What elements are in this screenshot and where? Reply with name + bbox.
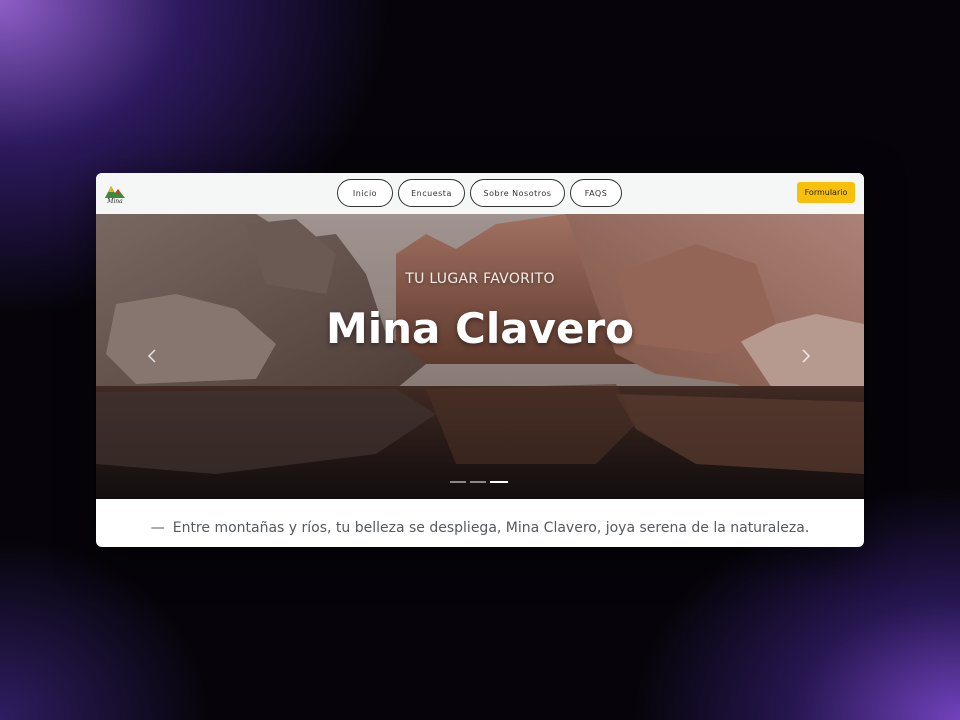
chevron-right-icon[interactable] <box>796 344 816 368</box>
hero-title: Mina Clavero <box>325 304 635 353</box>
browser-window: Mina Inicio Encuesta Sobre Nosotros FAQS… <box>96 173 864 547</box>
navbar: Mina Inicio Encuesta Sobre Nosotros FAQS… <box>96 173 864 215</box>
quote: — Entre montañas y ríos, tu belleza se de… <box>96 520 864 536</box>
carousel-indicator-3[interactable] <box>490 481 508 483</box>
nav-links: Inicio Encuesta Sobre Nosotros FAQS <box>337 179 622 207</box>
svg-text:Mina: Mina <box>106 198 123 204</box>
mina-logo[interactable]: Mina <box>103 180 127 204</box>
canyon-photo <box>96 214 864 499</box>
nav-link-faqs[interactable]: FAQS <box>570 179 622 207</box>
chevron-left-icon[interactable] <box>142 344 162 368</box>
nav-link-encuesta[interactable]: Encuesta <box>398 179 465 207</box>
carousel-indicators <box>450 481 508 483</box>
hero-subtitle: TU LUGAR FAVORITO <box>405 271 555 287</box>
formulario-button[interactable]: Formulario <box>797 182 855 203</box>
nav-link-sobre-nosotros[interactable]: Sobre Nosotros <box>470 179 565 207</box>
hero-carousel: TU LUGAR FAVORITO Mina Clavero <box>96 214 864 499</box>
nav-link-inicio[interactable]: Inicio <box>337 179 393 207</box>
carousel-indicator-1[interactable] <box>450 481 466 483</box>
quote-dash: — <box>150 520 165 536</box>
carousel-indicator-2[interactable] <box>470 481 486 483</box>
quote-text: Entre montañas y ríos, tu belleza se des… <box>172 520 810 536</box>
